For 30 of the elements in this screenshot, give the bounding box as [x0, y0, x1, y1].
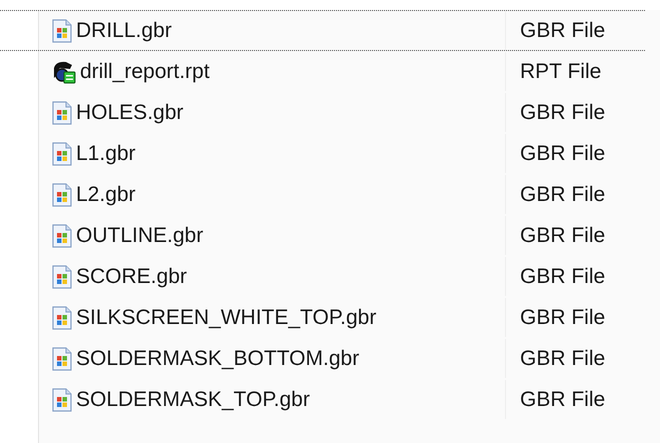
file-row[interactable]: SILKSCREEN_WHITE_TOP.gbr GBR File — [0, 297, 645, 338]
file-row[interactable]: L2.gbr GBR File — [0, 174, 645, 215]
file-type: RPT File — [520, 58, 602, 85]
file-type: GBR File — [520, 18, 606, 44]
file-name: SOLDERMASK_BOTTOM.gbr — [76, 346, 360, 372]
file-type: GBR File — [520, 100, 606, 126]
file-type: GBR File — [520, 140, 606, 167]
file-type: GBR File — [520, 182, 606, 208]
file-name: SCORE.gbr — [76, 264, 187, 290]
file-name: DRILL.gbr — [76, 18, 172, 44]
file-row[interactable]: DRILL.gbr GBR File — [0, 10, 645, 51]
file-row[interactable]: HOLES.gbr GBR File — [0, 92, 645, 133]
file-name: SOLDERMASK_TOP.gbr — [76, 386, 310, 413]
file-row[interactable]: drill_report.rpt RPT File — [0, 51, 645, 92]
file-type: GBR File — [520, 222, 606, 249]
file-name: SILKSCREEN_WHITE_TOP.gbr — [76, 304, 376, 331]
file-row[interactable]: SOLDERMASK_TOP.gbr GBR File — [0, 379, 645, 420]
file-name: L1.gbr — [76, 140, 136, 167]
file-name: HOLES.gbr — [76, 100, 184, 126]
file-row[interactable]: L1.gbr GBR File — [0, 133, 645, 174]
file-name: drill_report.rpt — [80, 58, 210, 85]
file-name: L2.gbr — [76, 182, 136, 208]
file-type: GBR File — [520, 386, 606, 413]
file-row[interactable]: SOLDERMASK_BOTTOM.gbr GBR File — [0, 338, 645, 379]
file-row[interactable]: SCORE.gbr GBR File — [0, 256, 645, 297]
file-type: GBR File — [520, 304, 606, 331]
file-type: GBR File — [520, 346, 606, 372]
file-name: OUTLINE.gbr — [76, 222, 204, 249]
file-row[interactable]: OUTLINE.gbr GBR File — [0, 215, 645, 256]
file-type: GBR File — [520, 264, 606, 290]
